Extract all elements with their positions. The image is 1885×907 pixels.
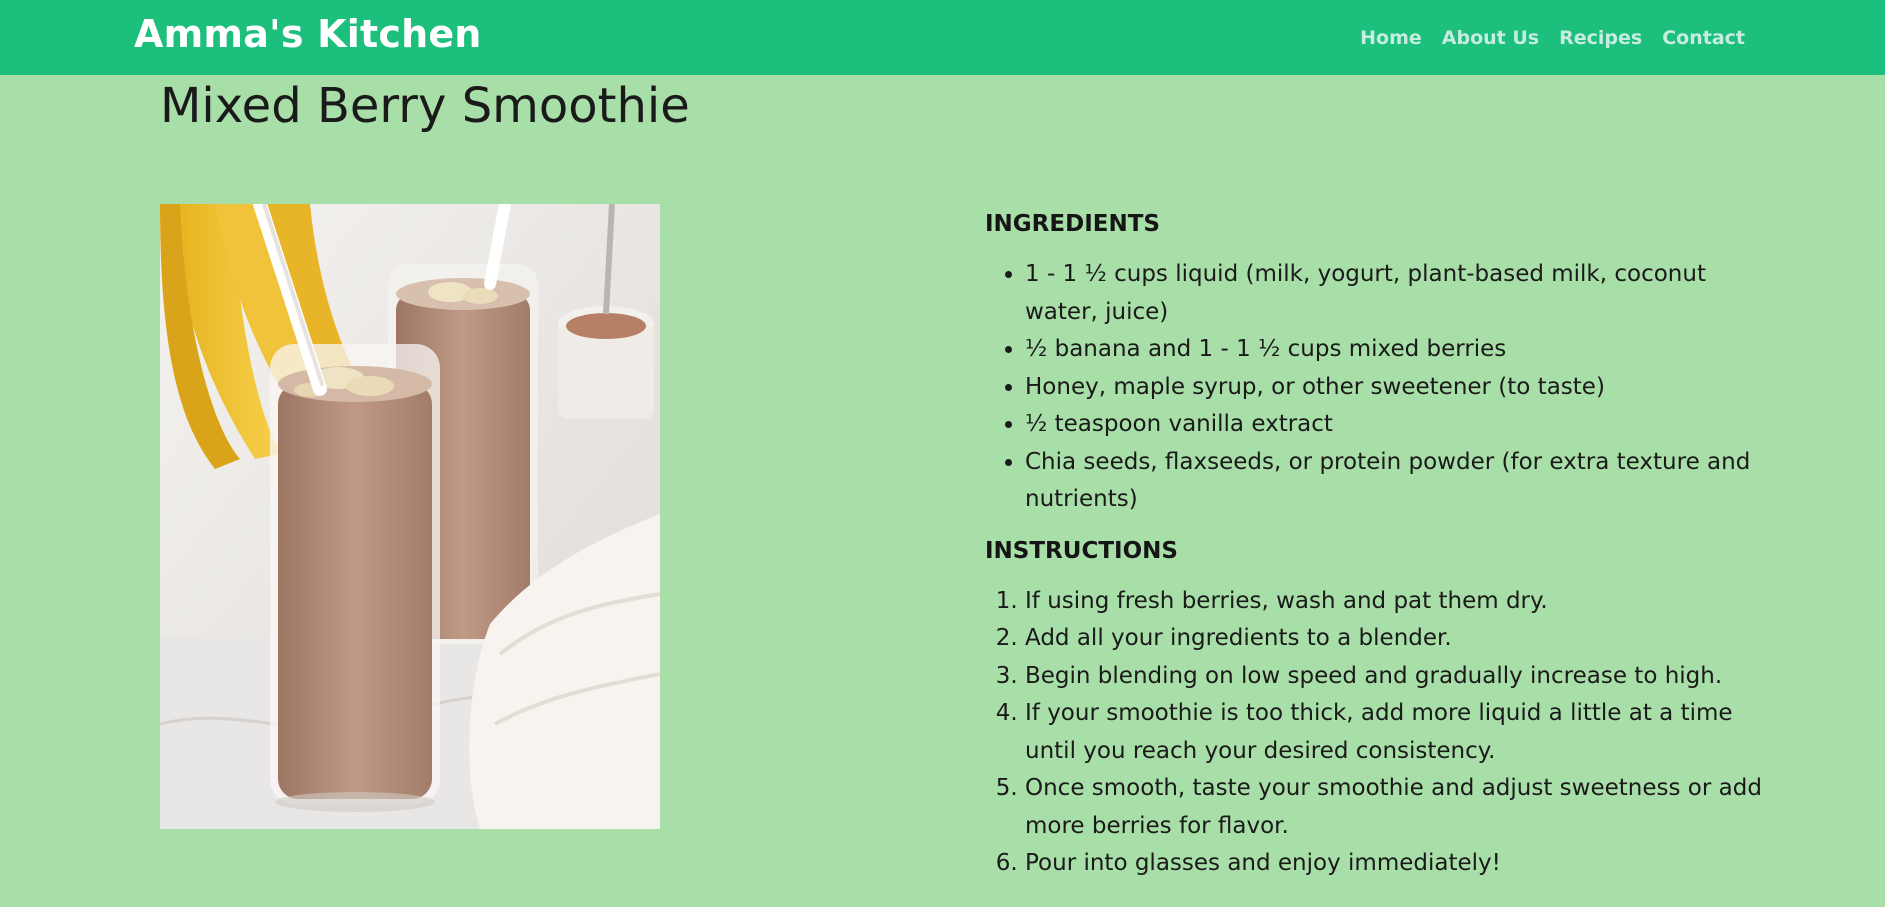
- instruction-step: Pour into glasses and enjoy immediately!: [1025, 845, 1765, 883]
- nav-contact-link[interactable]: Contact: [1662, 25, 1745, 51]
- ingredient-item: 1 - 1 ½ cups liquid (milk, yogurt, plant…: [1025, 256, 1765, 331]
- instructions-heading: INSTRUCTIONS: [985, 537, 1178, 564]
- ingredient-item: Honey, maple syrup, or other sweetener (…: [1025, 369, 1765, 407]
- ingredients-list: 1 - 1 ½ cups liquid (milk, yogurt, plant…: [985, 256, 1765, 519]
- navbar: Amma's Kitchen Home About Us Recipes Con…: [0, 0, 1885, 75]
- instructions-list: If using fresh berries, wash and pat the…: [985, 583, 1765, 883]
- ingredient-item: ½ banana and 1 - 1 ½ cups mixed berries: [1025, 331, 1765, 369]
- nav-links: Home About Us Recipes Contact: [1360, 25, 1745, 51]
- ingredient-item: ½ teaspoon vanilla extract: [1025, 406, 1765, 444]
- page-title: Mixed Berry Smoothie: [160, 78, 690, 134]
- nav-recipes-link[interactable]: Recipes: [1559, 25, 1642, 51]
- instruction-step: Add all your ingredients to a blender.: [1025, 620, 1765, 658]
- instruction-step: If using fresh berries, wash and pat the…: [1025, 583, 1765, 621]
- instruction-step: Begin blending on low speed and graduall…: [1025, 658, 1765, 696]
- instruction-step: If your smoothie is too thick, add more …: [1025, 695, 1765, 770]
- recipe-image: [160, 204, 660, 829]
- ingredient-item: Chia seeds, flaxseeds, or protein powder…: [1025, 444, 1765, 519]
- nav-home-link[interactable]: Home: [1360, 25, 1422, 51]
- instruction-step: Once smooth, taste your smoothie and adj…: [1025, 770, 1765, 845]
- recipe-content: INGREDIENTS 1 - 1 ½ cups liquid (milk, y…: [985, 206, 1765, 897]
- nav-about-link[interactable]: About Us: [1442, 25, 1539, 51]
- smoothie-photo-icon: [160, 204, 660, 829]
- ingredients-heading: INGREDIENTS: [985, 211, 1160, 237]
- site-brand[interactable]: Amma's Kitchen: [134, 11, 482, 57]
